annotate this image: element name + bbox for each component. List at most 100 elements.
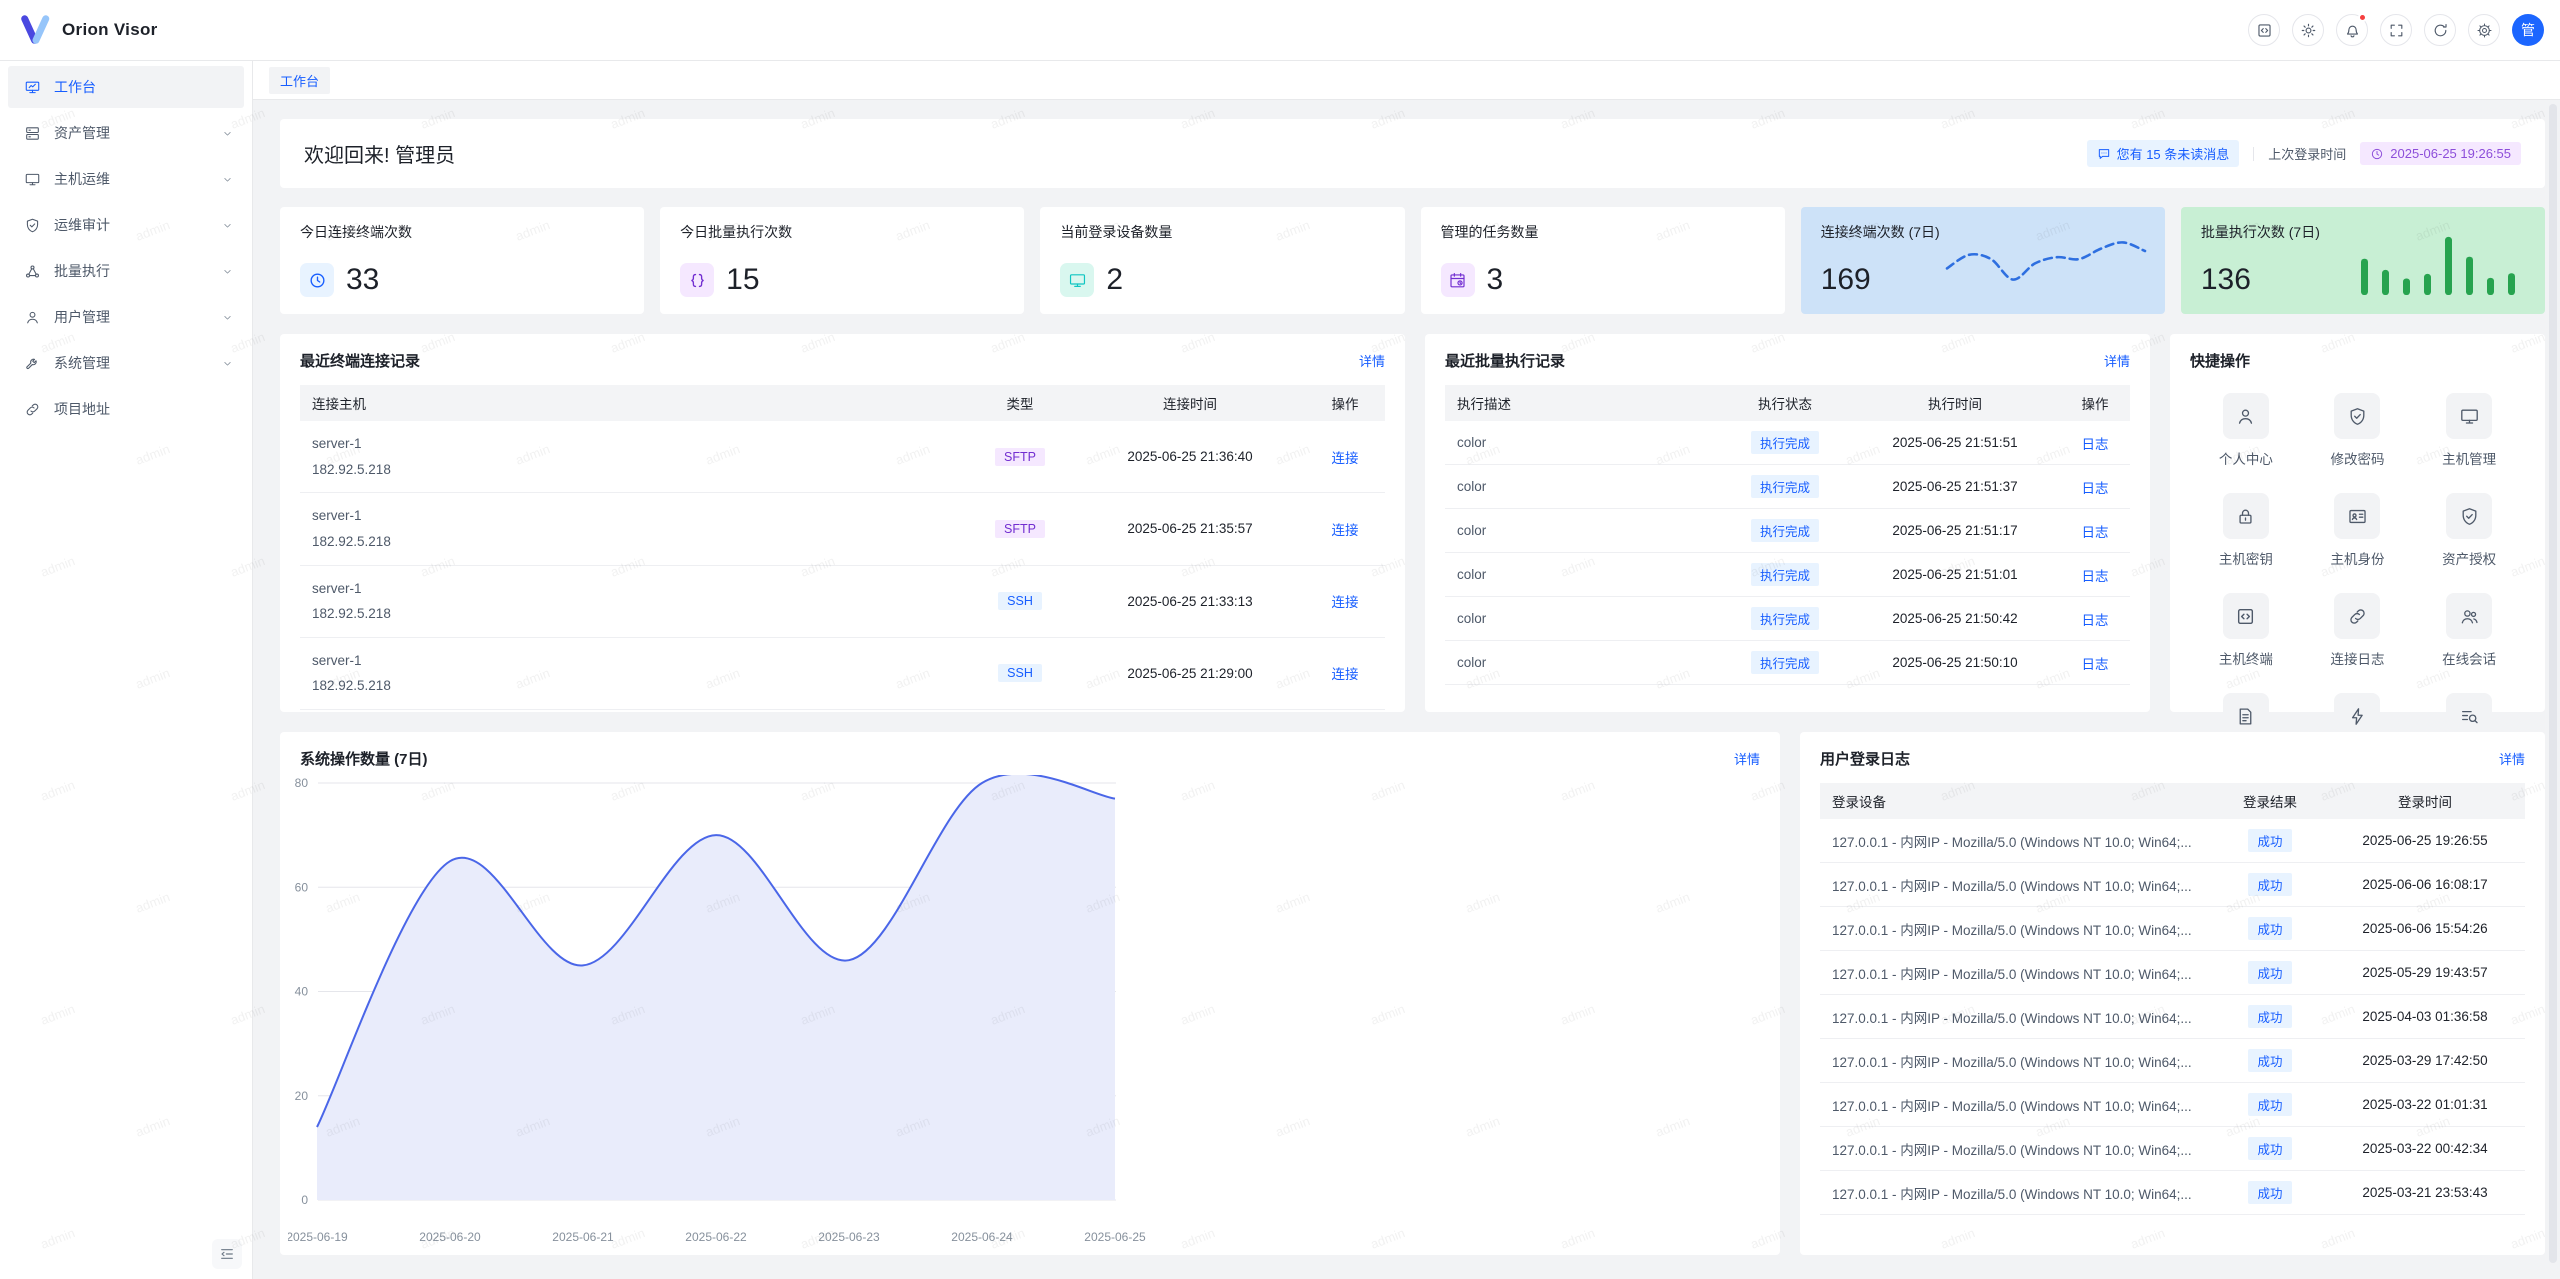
connect-link[interactable]: 连接 [1332,667,1359,682]
sidebar-item[interactable]: 系统管理 [8,342,244,384]
svg-text:2025-06-21: 2025-06-21 [552,1230,614,1244]
code-icon [2235,606,2256,627]
login-time: 2025-04-03 01:36:58 [2325,995,2525,1039]
connection-type-badge: SFTP [995,520,1045,538]
settings-button[interactable] [2468,14,2500,46]
log-link[interactable]: 日志 [2082,657,2109,672]
lock-icon [2235,506,2256,527]
quick-action-item[interactable]: 连接日志 [2330,593,2384,668]
chevron-down-icon [221,127,234,140]
unread-messages-badge[interactable]: 您有 15 条未读消息 [2087,140,2240,167]
sidebar-item[interactable]: 项目地址 [8,388,244,430]
search-list-icon [2459,706,2480,727]
column-header: 连接时间 [1075,385,1305,421]
quick-action-item[interactable]: 资产授权 [2442,493,2496,568]
stat-label: 今日批量执行次数 [680,222,1004,242]
fullscreen-button[interactable] [2380,14,2412,46]
host-name: server-1 [312,431,953,457]
sidebar-item[interactable]: 主机运维 [8,158,244,200]
exec-status-badge: 执行完成 [1751,475,1819,498]
table-row: color 执行完成 2025-06-25 21:51:51 日志 [1445,421,2130,465]
exec-description: color [1445,465,1720,509]
login-result-badge: 成功 [2248,1005,2291,1028]
quick-action-label: 连接日志 [2330,648,2384,668]
app-root: Orion Visor 管 工作台 [0,0,2560,1279]
sidebar-item[interactable]: 运维审计 [8,204,244,246]
quick-action-item[interactable]: 在线会话 [2442,593,2496,668]
host-name: server-1 [312,576,953,602]
connect-link[interactable]: 连接 [1332,451,1359,466]
monitor-icon [2459,406,2480,427]
exec-description: color [1445,509,1720,553]
last-login-time-badge: 2025-06-25 19:26:55 [2360,142,2521,165]
connect-link[interactable]: 连接 [1332,595,1359,610]
quick-action-label: 资产授权 [2442,548,2496,568]
terminal-records-detail-link[interactable]: 详情 [1359,351,1385,370]
svg-text:2025-06-19: 2025-06-19 [288,1230,348,1244]
quick-action-item[interactable]: 主机密钥 [2219,493,2273,568]
sidebar-item[interactable]: 批量执行 [8,250,244,292]
notifications-button[interactable] [2336,14,2368,46]
connect-link[interactable]: 连接 [1332,523,1359,538]
table-row: 127.0.0.1 - 内网IP - Mozilla/5.0 (Windows … [1820,819,2525,863]
login-device: 127.0.0.1 - 内网IP - Mozilla/5.0 (Windows … [1820,995,2215,1039]
log-link[interactable]: 日志 [2082,569,2109,584]
batch-records-detail-link[interactable]: 详情 [2104,351,2130,370]
braces-icon [688,271,707,290]
breadcrumb-item-workbench[interactable]: 工作台 [269,67,330,94]
log-link[interactable]: 日志 [2082,525,2109,540]
header-actions: 管 [2236,14,2544,46]
ops-chart-detail-link[interactable]: 详情 [1734,749,1760,768]
quick-action-item[interactable]: 个人中心 [2219,393,2273,468]
clock-icon [308,271,327,290]
app-title: Orion Visor [62,20,158,40]
exec-time: 2025-06-25 21:51:37 [1850,465,2060,509]
column-header: 操作 [2060,385,2130,421]
notification-dot [2358,13,2367,22]
log-link[interactable]: 日志 [2082,613,2109,628]
quick-action-item[interactable]: 主机身份 [2330,493,2384,568]
stat-card: 今日连接终端次数 33 [280,207,644,314]
stat-value: 33 [346,263,379,297]
user-avatar[interactable]: 管 [2512,14,2544,46]
sidebar-item-label: 主机运维 [54,169,221,189]
refresh-button[interactable] [2424,14,2456,46]
connection-time: 2025-06-25 21:36:40 [1075,421,1305,493]
host-address: 182.92.5.218 [312,457,953,483]
theme-button[interactable] [2292,14,2324,46]
code-button[interactable] [2248,14,2280,46]
sidebar-item[interactable]: 资产管理 [8,112,244,154]
table-row: color 执行完成 2025-06-25 21:50:42 日志 [1445,597,2130,641]
login-result-badge: 成功 [2248,961,2291,984]
ops-area-chart: 0204060802025-06-192025-06-202025-06-212… [288,775,1760,1251]
svg-text:80: 80 [295,776,309,790]
quick-action-item[interactable]: 主机终端 [2219,593,2273,668]
exec-status-badge: 执行完成 [1751,563,1819,586]
login-time: 2025-03-21 23:53:43 [2325,1171,2525,1215]
panel-title: 最近终端连接记录 [300,350,420,371]
svg-text:20: 20 [295,1089,309,1103]
login-device: 127.0.0.1 - 内网IP - Mozilla/5.0 (Windows … [1820,907,2215,951]
exec-time: 2025-06-25 21:50:42 [1850,597,2060,641]
sidebar-item[interactable]: 工作台 [8,66,244,108]
host-address: 182.92.5.218 [312,673,953,699]
stat-label: 当前登录设备数量 [1060,222,1384,242]
page-body: 工作台 资产管理 主机运维 [0,61,2560,1279]
collapse-sidebar-button[interactable] [212,1239,242,1269]
chevron-down-icon [221,265,234,278]
quick-action-item[interactable]: 主机管理 [2442,393,2496,468]
exec-description: color [1445,641,1720,685]
scrollbar[interactable] [2549,104,2557,1263]
sidebar: 工作台 资产管理 主机运维 [0,61,253,1279]
log-link[interactable]: 日志 [2082,481,2109,496]
login-logs-detail-link[interactable]: 详情 [2499,749,2525,768]
log-link[interactable]: 日志 [2082,437,2109,452]
table-row: server-1182.92.5.218 SSH 2025-06-25 21:2… [300,637,1385,709]
svg-text:2025-06-22: 2025-06-22 [685,1230,747,1244]
sidebar-item[interactable]: 用户管理 [8,296,244,338]
quick-action-item[interactable]: 修改密码 [2330,393,2384,468]
login-result-badge: 成功 [2248,829,2291,852]
workbench-icon [24,79,41,96]
stat-card: 当前登录设备数量 2 [1040,207,1404,314]
login-time: 2025-03-22 00:42:34 [2325,1127,2525,1171]
